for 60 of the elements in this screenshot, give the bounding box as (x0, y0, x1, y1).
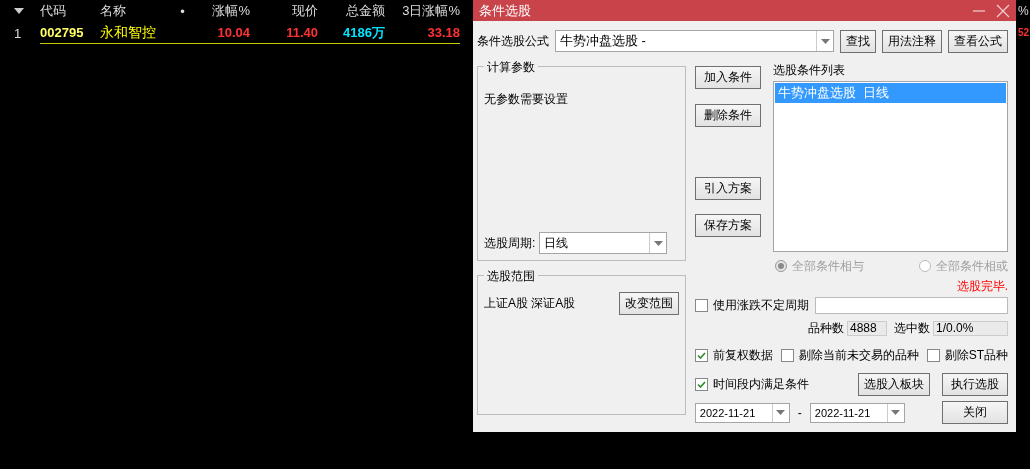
selection-button[interactable]: 执行选股 (942, 373, 1008, 396)
column-header[interactable]: 3日涨幅% (385, 2, 460, 20)
group-title: 选股范围 (484, 268, 538, 285)
params-message: 无参数需要设置 (484, 91, 569, 108)
condition-button[interactable]: 删除条件 (694, 104, 761, 127)
radio-label: 全部条件相或 (936, 257, 1008, 275)
column-header[interactable]: % (1018, 0, 1030, 22)
table-cell: 002795 (40, 25, 84, 40)
dropdown-arrow-icon[interactable] (653, 240, 663, 246)
sort-caret-icon[interactable] (14, 8, 24, 14)
dropdown-arrow-icon[interactable] (891, 410, 901, 415)
option-checkbox[interactable]: 剔除ST品种 (926, 346, 1008, 364)
table-cell: 11.40 (286, 25, 318, 40)
time-range-checkbox[interactable]: 时间段内满足条件 (694, 376, 809, 393)
period-dropdown[interactable]: 日线 (539, 232, 668, 254)
radio-label: 全部条件相与 (791, 257, 864, 275)
column-header[interactable]: 名称 (100, 2, 170, 20)
formula-dropdown[interactable]: 牛势冲盘选股 - (555, 30, 834, 52)
formula-label: 条件选股公式 (477, 32, 549, 50)
count-value: 1/0.0% (933, 320, 1008, 336)
table-cell: 永和智控 (100, 23, 156, 42)
toolbar-button[interactable]: 查看公式 (948, 29, 1008, 53)
condition-button[interactable]: 加入条件 (694, 66, 761, 89)
range-text: 上证A股 深证A股 (484, 295, 576, 312)
row-number: 1 (14, 25, 22, 41)
table-cell-text: 52 (1018, 26, 1030, 40)
status-message: 选股完毕. (956, 278, 1008, 295)
window-title: 条件选股 (479, 1, 532, 20)
start-date-picker[interactable]: 2022-11-21 (694, 402, 790, 423)
change-range-button[interactable]: 改变范围 (618, 292, 679, 315)
count-label: 品种数 (808, 319, 844, 337)
column-header[interactable]: 代码 (40, 2, 100, 20)
condition-button[interactable]: 保存方案 (694, 214, 761, 237)
count-value: 4888 (847, 320, 887, 336)
conditions-label: 选股条件列表 (772, 62, 846, 79)
period-input[interactable] (814, 296, 1008, 314)
table-cell: 10.04 (217, 25, 250, 40)
dropdown-arrow-icon[interactable] (776, 410, 786, 415)
selection-button[interactable]: 选股入板块 (858, 373, 930, 396)
date-separator: - (797, 405, 802, 420)
column-header[interactable]: 涨幅% (195, 2, 250, 20)
count-label: 选中数 (894, 319, 930, 337)
checkmark-icon (695, 379, 707, 390)
column-header[interactable]: 现价 (250, 2, 318, 20)
close-icon[interactable] (996, 3, 1010, 18)
column-header[interactable]: 总金额 (318, 2, 385, 20)
option-checkbox[interactable]: 前复权数据 (694, 346, 773, 364)
toolbar-button[interactable]: 查找 (840, 29, 876, 53)
variable-period-checkbox[interactable]: 使用涨跌不定周期 (694, 296, 809, 314)
option-checkbox[interactable]: 剔除当前未交易的品种 (780, 346, 919, 364)
toolbar-button[interactable]: 用法注释 (882, 29, 942, 53)
column-header[interactable]: • (170, 3, 195, 19)
period-label: 选股周期: (484, 234, 536, 252)
end-date-picker[interactable]: 2022-11-21 (809, 402, 905, 423)
close-button[interactable]: 关闭 (942, 401, 1008, 424)
group-title: 计算参数 (484, 59, 538, 76)
table-cell: 4186万 (343, 23, 385, 42)
condition-button[interactable]: 引入方案 (694, 177, 761, 200)
dropdown-arrow-icon[interactable] (820, 38, 830, 44)
table-cell: 33.18 (427, 25, 460, 40)
